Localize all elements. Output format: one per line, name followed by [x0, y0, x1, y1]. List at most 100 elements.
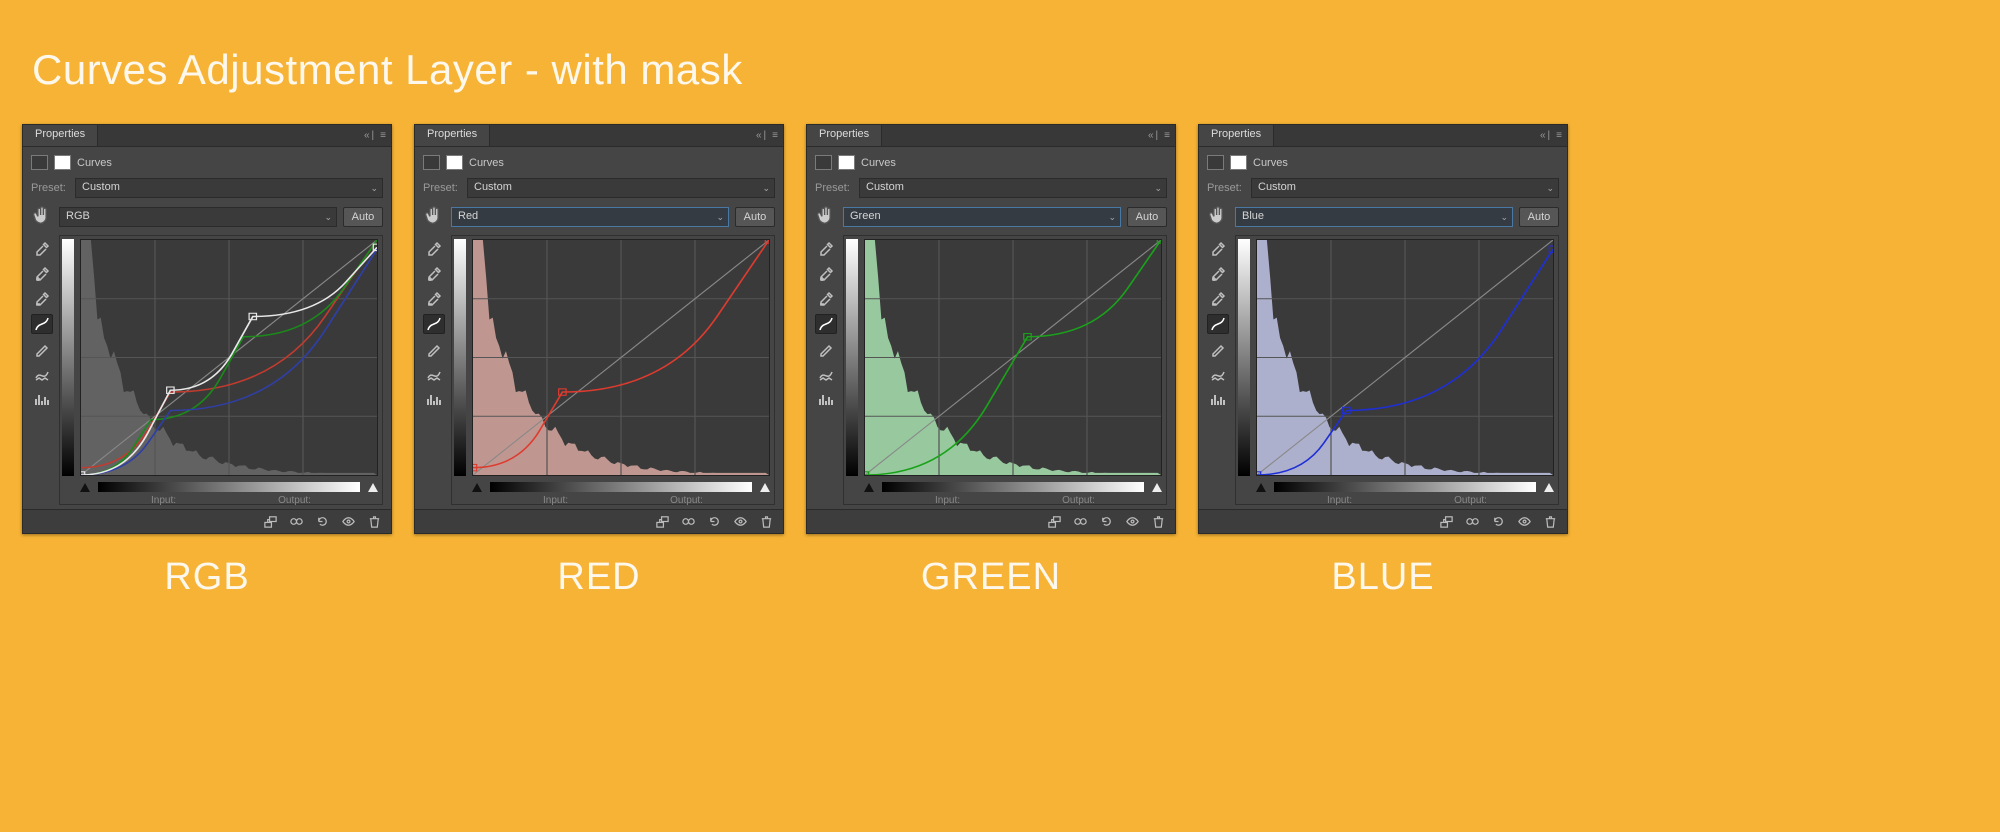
pencil-tool-icon[interactable]	[1207, 339, 1229, 359]
preset-select[interactable]: Custom ⌄	[1251, 178, 1559, 198]
auto-button[interactable]: Auto	[343, 207, 383, 227]
curves-plot[interactable]	[472, 239, 770, 476]
auto-button[interactable]: Auto	[1519, 207, 1559, 227]
eyedropper-plus-icon[interactable]	[815, 264, 837, 284]
delete-icon[interactable]	[755, 513, 777, 531]
curves-adjustment-icon[interactable]	[423, 155, 440, 170]
curves-graph[interactable]: Input: Output:	[843, 235, 1167, 505]
reset-icon[interactable]	[1487, 513, 1509, 531]
delete-icon[interactable]	[1147, 513, 1169, 531]
view-previous-icon[interactable]	[285, 513, 307, 531]
curves-plot[interactable]	[864, 239, 1162, 476]
pencil-tool-icon[interactable]	[423, 339, 445, 359]
eyedropper-icon[interactable]	[423, 239, 445, 259]
pencil-tool-icon[interactable]	[31, 339, 53, 359]
curves-graph[interactable]: Input: Output:	[1235, 235, 1559, 505]
eyedropper-minus-icon[interactable]	[423, 289, 445, 309]
curves-adjustment-icon[interactable]	[815, 155, 832, 170]
targeted-adjustment-icon[interactable]	[815, 204, 837, 229]
curves-adjustment-icon[interactable]	[31, 155, 48, 170]
view-previous-icon[interactable]	[1461, 513, 1483, 531]
channel-select[interactable]: RGB ⌄	[59, 207, 337, 227]
panel-menu-icon[interactable]: ≡	[772, 130, 777, 141]
eyedropper-icon[interactable]	[1207, 239, 1229, 259]
preset-select[interactable]: Custom ⌄	[467, 178, 775, 198]
layer-mask-icon[interactable]	[838, 155, 855, 170]
collapse-icon[interactable]: «	[756, 130, 758, 141]
black-point-slider[interactable]	[1256, 483, 1266, 492]
panel-menu-icon[interactable]: ≡	[1556, 130, 1561, 141]
curve-tool-icon[interactable]	[1207, 314, 1229, 334]
black-point-slider[interactable]	[80, 483, 90, 492]
histogram-tool-icon[interactable]	[31, 389, 53, 409]
curves-graph[interactable]: Input: Output:	[59, 235, 383, 505]
reset-icon[interactable]	[311, 513, 333, 531]
eyedropper-plus-icon[interactable]	[423, 264, 445, 284]
view-previous-icon[interactable]	[677, 513, 699, 531]
channel-select[interactable]: Red ⌄	[451, 207, 729, 227]
black-point-slider[interactable]	[472, 483, 482, 492]
clip-to-layer-icon[interactable]	[1043, 513, 1065, 531]
clip-to-layer-icon[interactable]	[1435, 513, 1457, 531]
collapse-icon[interactable]: «	[1148, 130, 1150, 141]
curves-plot[interactable]	[80, 239, 378, 476]
tab-properties[interactable]: Properties	[807, 125, 882, 146]
smooth-tool-icon[interactable]	[1207, 364, 1229, 384]
auto-button[interactable]: Auto	[1127, 207, 1167, 227]
clip-to-layer-icon[interactable]	[259, 513, 281, 531]
curve-tool-icon[interactable]	[31, 314, 53, 334]
layer-mask-icon[interactable]	[1230, 155, 1247, 170]
collapse-icon[interactable]: «	[364, 130, 366, 141]
panel-menu-icon[interactable]: ≡	[1164, 130, 1169, 141]
histogram-tool-icon[interactable]	[815, 389, 837, 409]
channel-select[interactable]: Green ⌄	[843, 207, 1121, 227]
delete-icon[interactable]	[363, 513, 385, 531]
eyedropper-icon[interactable]	[31, 239, 53, 259]
delete-icon[interactable]	[1539, 513, 1561, 531]
tab-properties[interactable]: Properties	[1199, 125, 1274, 146]
curve-tool-icon[interactable]	[423, 314, 445, 334]
eyedropper-icon[interactable]	[815, 239, 837, 259]
channel-select[interactable]: Blue ⌄	[1235, 207, 1513, 227]
preset-select[interactable]: Custom ⌄	[75, 178, 383, 198]
targeted-adjustment-icon[interactable]	[423, 204, 445, 229]
curve-tool-icon[interactable]	[815, 314, 837, 334]
histogram-tool-icon[interactable]	[423, 389, 445, 409]
visibility-icon[interactable]	[1513, 513, 1535, 531]
tab-properties[interactable]: Properties	[23, 125, 98, 146]
eyedropper-plus-icon[interactable]	[1207, 264, 1229, 284]
clip-to-layer-icon[interactable]	[651, 513, 673, 531]
smooth-tool-icon[interactable]	[423, 364, 445, 384]
visibility-icon[interactable]	[337, 513, 359, 531]
visibility-icon[interactable]	[729, 513, 751, 531]
white-point-slider[interactable]	[368, 483, 378, 492]
curves-adjustment-icon[interactable]	[1207, 155, 1224, 170]
white-point-slider[interactable]	[1152, 483, 1162, 492]
collapse-icon[interactable]: «	[1540, 130, 1542, 141]
layer-mask-icon[interactable]	[446, 155, 463, 170]
eyedropper-minus-icon[interactable]	[31, 289, 53, 309]
curves-plot[interactable]	[1256, 239, 1554, 476]
white-point-slider[interactable]	[1544, 483, 1554, 492]
curves-graph[interactable]: Input: Output:	[451, 235, 775, 505]
eyedropper-plus-icon[interactable]	[31, 264, 53, 284]
view-previous-icon[interactable]	[1069, 513, 1091, 531]
reset-icon[interactable]	[1095, 513, 1117, 531]
histogram-tool-icon[interactable]	[1207, 389, 1229, 409]
targeted-adjustment-icon[interactable]	[1207, 204, 1229, 229]
preset-select[interactable]: Custom ⌄	[859, 178, 1167, 198]
eyedropper-minus-icon[interactable]	[815, 289, 837, 309]
layer-mask-icon[interactable]	[54, 155, 71, 170]
white-point-slider[interactable]	[760, 483, 770, 492]
targeted-adjustment-icon[interactable]	[31, 204, 53, 229]
tab-properties[interactable]: Properties	[415, 125, 490, 146]
smooth-tool-icon[interactable]	[31, 364, 53, 384]
reset-icon[interactable]	[703, 513, 725, 531]
auto-button[interactable]: Auto	[735, 207, 775, 227]
visibility-icon[interactable]	[1121, 513, 1143, 531]
pencil-tool-icon[interactable]	[815, 339, 837, 359]
black-point-slider[interactable]	[864, 483, 874, 492]
smooth-tool-icon[interactable]	[815, 364, 837, 384]
panel-menu-icon[interactable]: ≡	[380, 130, 385, 141]
eyedropper-minus-icon[interactable]	[1207, 289, 1229, 309]
